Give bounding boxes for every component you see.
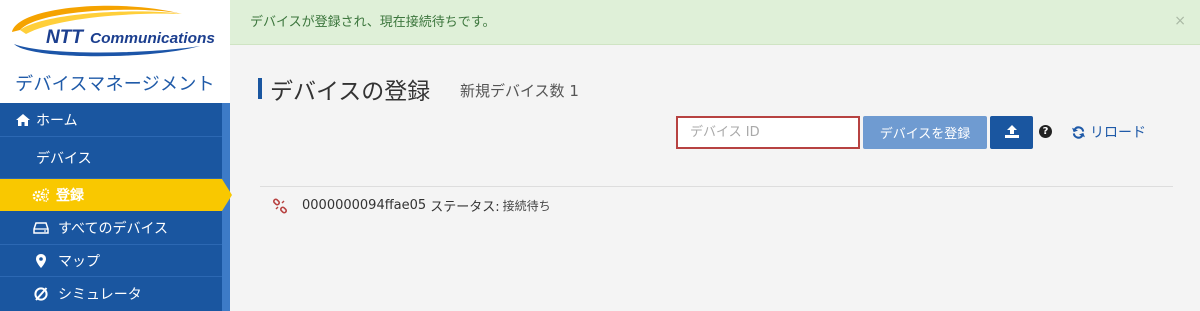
divider: [260, 186, 1173, 187]
close-icon[interactable]: ×: [1174, 13, 1186, 29]
hdd-icon: [32, 211, 50, 244]
page-title: デバイスの登録: [270, 79, 431, 105]
reload-link[interactable]: リロード: [1072, 122, 1146, 142]
upload-button[interactable]: [990, 116, 1033, 149]
sidebar-item-label: ホーム: [36, 112, 78, 129]
help-icon[interactable]: ?: [1039, 125, 1052, 138]
sidebar-item-devices[interactable]: デバイス: [0, 137, 222, 179]
sidebar-item-label: シミュレータ: [58, 287, 142, 303]
sidebar-item-label: デバイス: [36, 150, 92, 167]
device-id-input[interactable]: [676, 116, 860, 149]
sidebar-nav: ホーム デバイス 登録 すべてのデバイス マップ シミュレータ: [0, 103, 232, 311]
gears-icon: [32, 179, 50, 211]
sidebar-item-label: マップ: [58, 253, 100, 270]
status-label: ステータス:: [430, 200, 500, 215]
new-device-count: 新規デバイス数 1: [460, 82, 579, 100]
register-device-button[interactable]: デバイスを登録: [863, 116, 987, 149]
sidebar-item-label: 登録: [56, 188, 84, 204]
title-accent-bar: [258, 78, 262, 99]
alert-message: デバイスが登録され、現在接続待ちです。: [250, 14, 496, 30]
home-icon: [14, 103, 32, 136]
simulator-icon: [32, 277, 50, 311]
map-marker-icon: [32, 245, 50, 276]
ntt-communications-logo[interactable]: NTT Communications: [0, 0, 230, 62]
status-value: 接続待ち: [502, 199, 551, 213]
app-title: デバイスマネージメント: [15, 74, 215, 95]
sidebar-item-home[interactable]: ホーム: [0, 103, 222, 137]
device-row[interactable]: 0000000094ffae05 ステータス: 接続待ち: [272, 196, 551, 215]
svg-text:Communications: Communications: [90, 30, 215, 47]
disconnected-link-icon: [272, 197, 288, 214]
sidebar-item-all-devices[interactable]: すべてのデバイス: [0, 211, 222, 245]
sidebar-item-register[interactable]: 登録: [0, 179, 232, 211]
refresh-icon: [1072, 125, 1085, 139]
reload-label: リロード: [1090, 125, 1146, 141]
sidebar-item-label: すべてのデバイス: [58, 220, 169, 237]
device-id: 0000000094ffae05: [302, 198, 427, 213]
sidebar-item-map[interactable]: マップ: [0, 245, 222, 277]
sidebar: NTT Communications デバイスマネージメント ホーム デバイス: [0, 0, 232, 311]
svg-text:NTT: NTT: [46, 27, 84, 48]
upload-icon: [1004, 123, 1019, 142]
sidebar-item-simulator[interactable]: シミュレータ: [0, 277, 222, 311]
success-alert: デバイスが登録され、現在接続待ちです。 ×: [230, 0, 1200, 45]
